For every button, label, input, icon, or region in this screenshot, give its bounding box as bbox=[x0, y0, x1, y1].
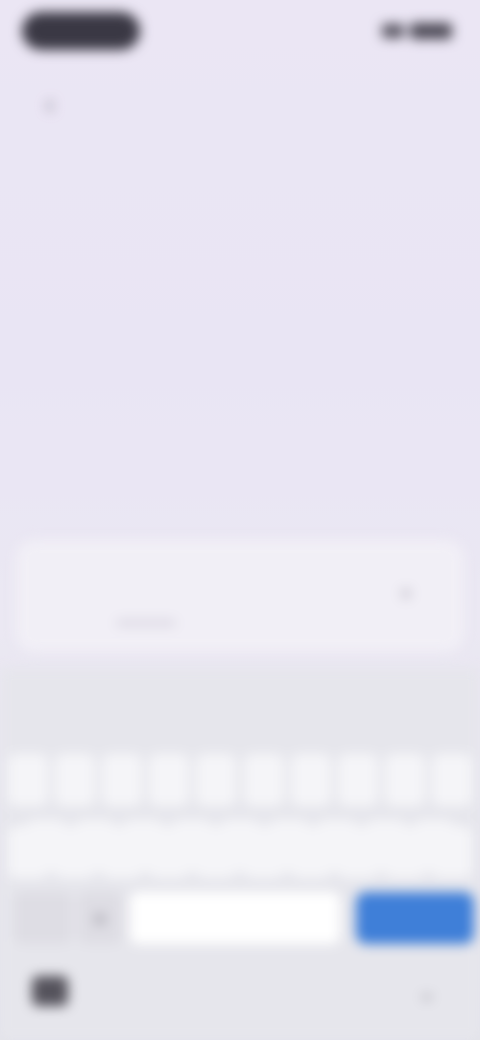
key[interactable] bbox=[149, 826, 190, 878]
on-screen-keyboard: ☺ ⌄ bbox=[0, 668, 480, 1040]
suggestion-bar bbox=[0, 696, 480, 736]
key[interactable] bbox=[337, 826, 378, 878]
key[interactable] bbox=[243, 826, 284, 878]
back-button[interactable]: ‹ bbox=[30, 84, 70, 124]
key[interactable] bbox=[8, 754, 48, 806]
space-key[interactable] bbox=[130, 892, 340, 944]
status-pill bbox=[22, 12, 140, 50]
key[interactable] bbox=[290, 754, 331, 806]
app-screen: ‹ × ☺ ⌄ bbox=[0, 0, 480, 1040]
close-icon[interactable]: × bbox=[392, 580, 420, 608]
input-hint bbox=[116, 620, 176, 626]
status-icons bbox=[356, 22, 452, 40]
key[interactable] bbox=[384, 754, 425, 806]
key[interactable] bbox=[196, 754, 237, 806]
key[interactable] bbox=[102, 754, 143, 806]
key[interactable] bbox=[149, 754, 190, 806]
chevron-left-icon: ‹ bbox=[45, 88, 55, 119]
keyboard-icon[interactable] bbox=[32, 976, 68, 1006]
key[interactable] bbox=[290, 826, 331, 878]
keyboard-bottom-row: ☺ bbox=[0, 892, 480, 948]
key[interactable] bbox=[55, 754, 96, 806]
keyboard-nav-bar: ⌄ bbox=[0, 958, 480, 1040]
keyboard-row-3 bbox=[0, 826, 480, 882]
key[interactable] bbox=[196, 826, 237, 878]
key[interactable] bbox=[55, 826, 96, 878]
key[interactable] bbox=[102, 826, 143, 878]
text-input-field[interactable]: × bbox=[16, 540, 464, 652]
key[interactable] bbox=[431, 754, 472, 806]
key[interactable] bbox=[243, 754, 284, 806]
emoji-icon[interactable]: ☺ bbox=[78, 892, 122, 944]
keyboard-row-1 bbox=[0, 754, 480, 810]
chevron-down-icon[interactable]: ⌄ bbox=[414, 980, 440, 1006]
key[interactable] bbox=[431, 826, 472, 878]
battery-icon bbox=[410, 23, 452, 39]
mode-switch-key[interactable] bbox=[14, 892, 72, 944]
key[interactable] bbox=[384, 826, 425, 878]
key[interactable] bbox=[8, 826, 48, 878]
status-bar bbox=[0, 0, 480, 64]
enter-key[interactable] bbox=[356, 892, 474, 944]
key[interactable] bbox=[337, 754, 378, 806]
signal-icon bbox=[382, 24, 404, 38]
